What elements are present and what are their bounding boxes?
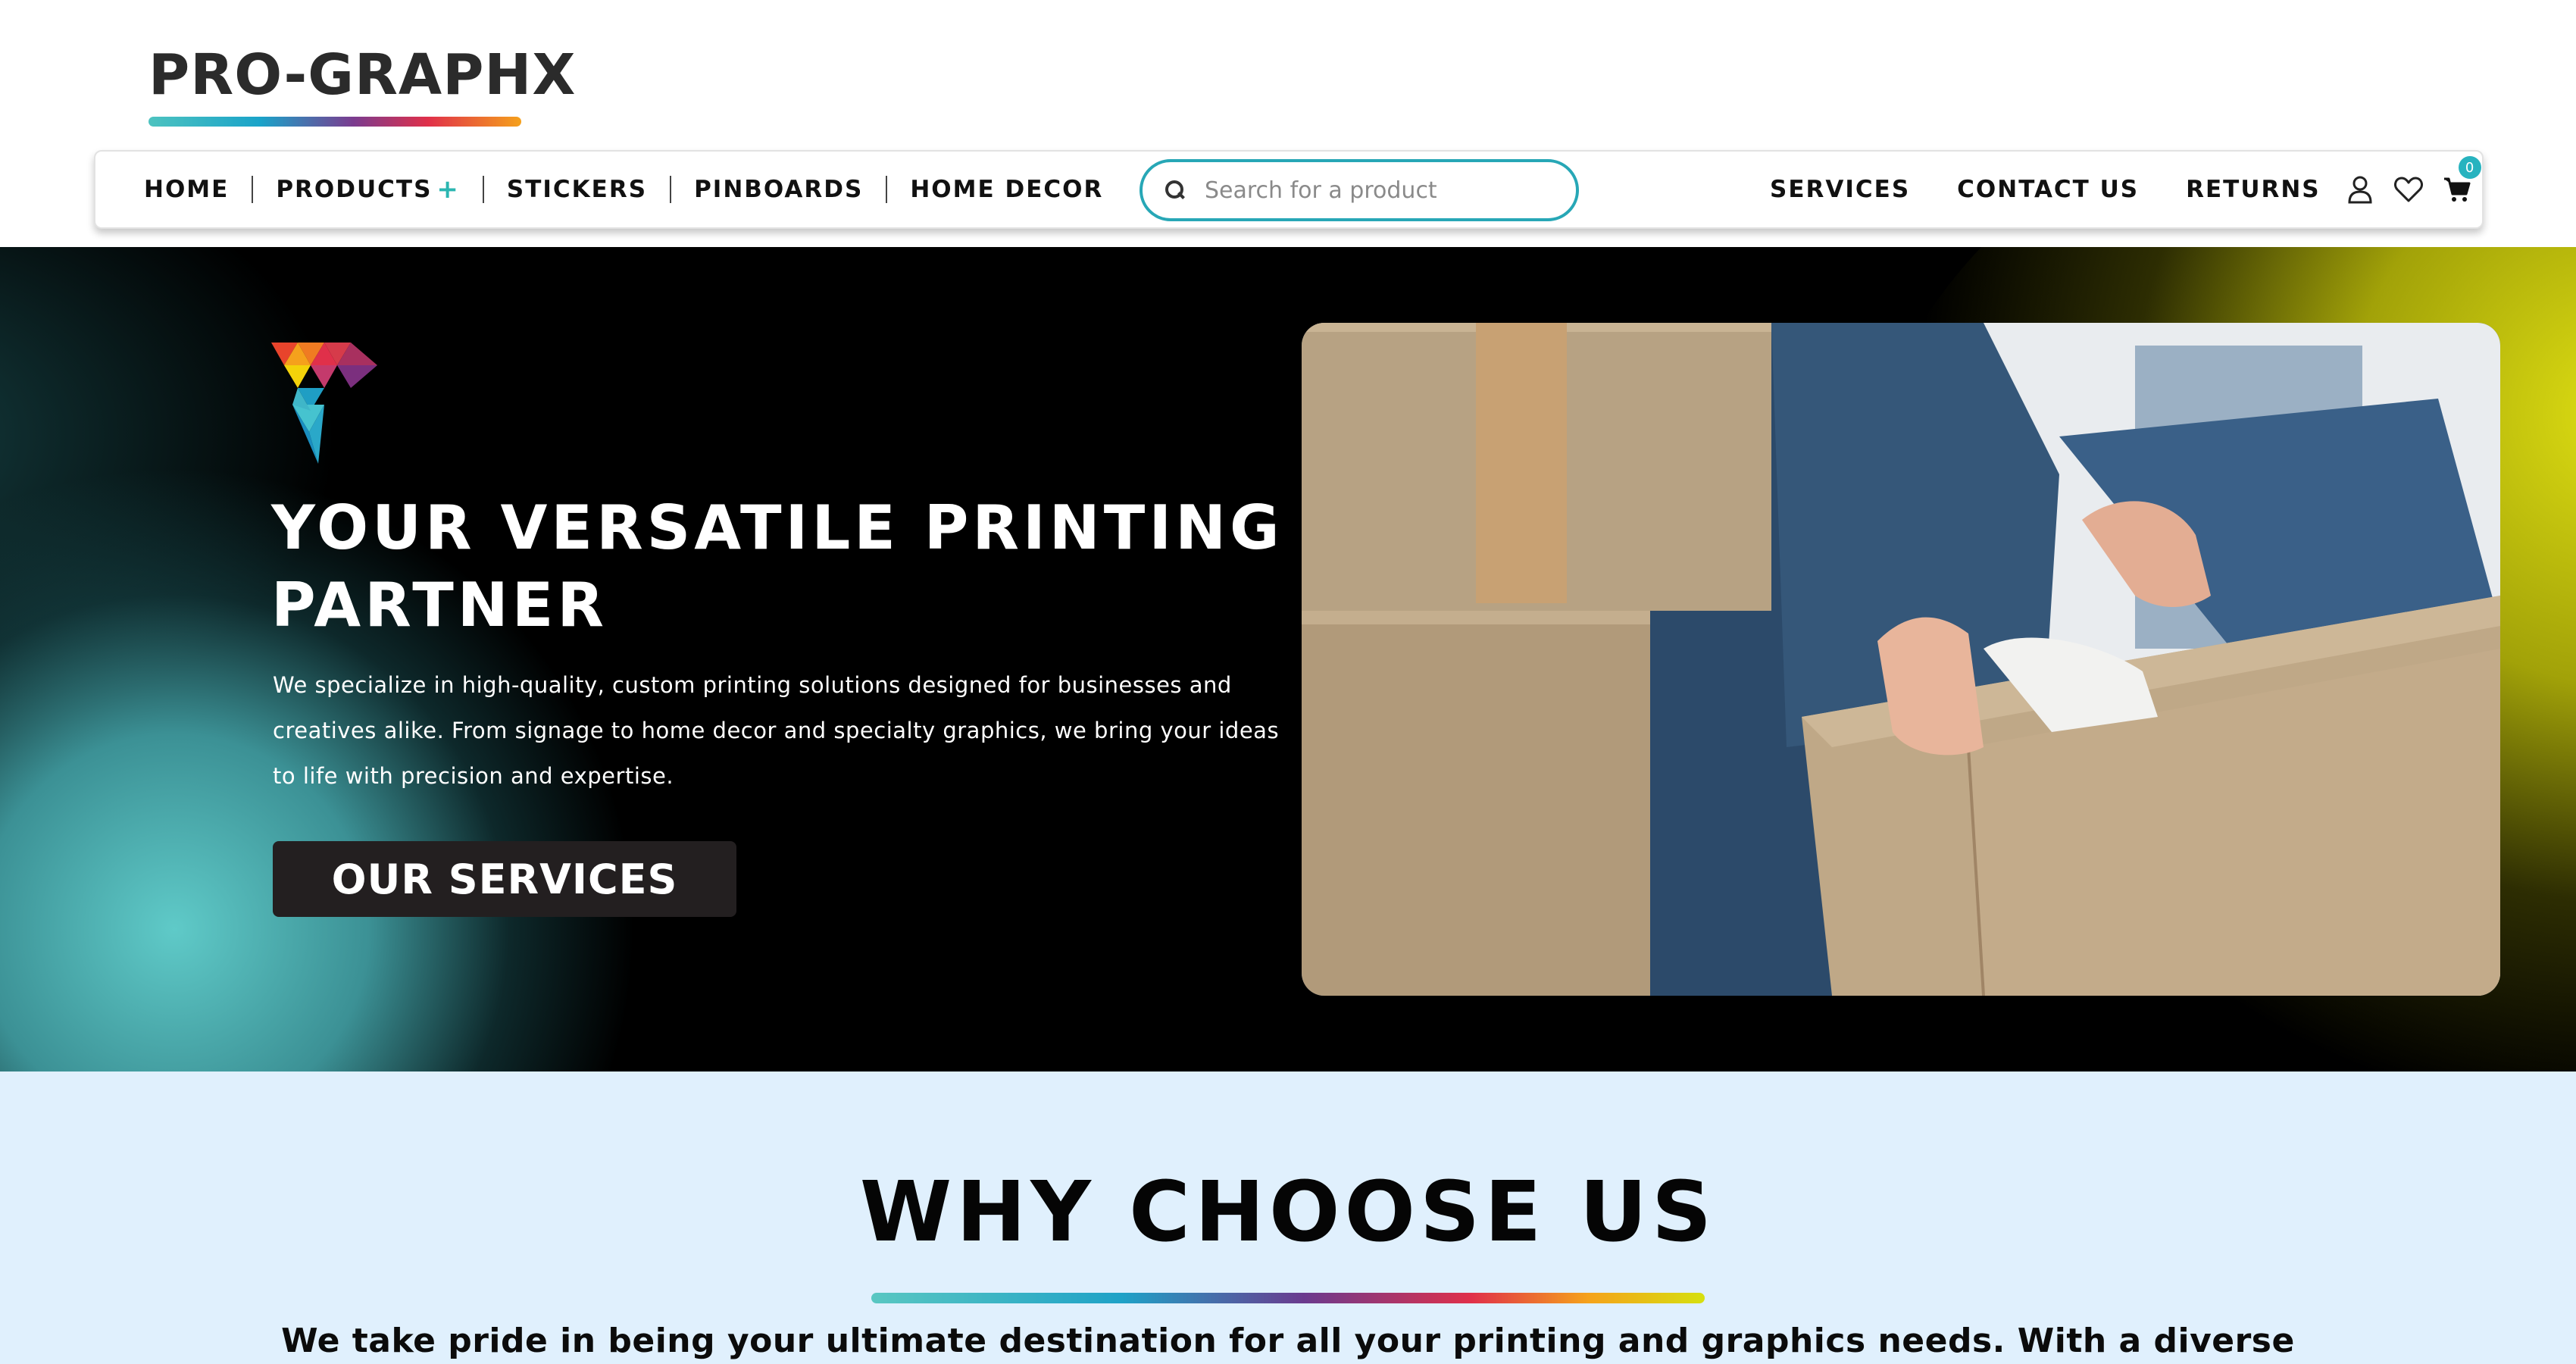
nav-divider [252,176,254,203]
nav-divider [670,176,672,203]
nav-products-label: PRODUCTS [276,176,433,203]
cart-count-badge: 0 [2458,156,2481,179]
brand-mark-icon [271,343,377,464]
why-title: WHY CHOOSE US [859,1163,1717,1260]
nav-contact-us[interactable]: CONTACT US [1957,176,2139,203]
packaging-photo-illustration [1302,323,2500,996]
site-header: PRO-GRAPHX HOME PRODUCTS + STICKERS PINB… [0,0,2576,247]
search-icon[interactable] [1162,177,1188,203]
search-box[interactable] [1140,159,1579,221]
nav-home[interactable]: HOME [144,176,229,203]
logo-underline [148,117,521,127]
hero-section: YOUR VERSATILE PRINTING PARTNER We speci… [0,247,2576,1071]
logo-text: PRO-GRAPHX [148,42,577,108]
hero-photo [1302,323,2500,996]
nav-products[interactable]: PRODUCTS + [276,174,460,205]
our-services-button[interactable]: OUR SERVICES [273,841,736,917]
why-title-underline [871,1293,1705,1303]
nav-left-group: HOME PRODUCTS + STICKERS PINBOARDS HOME … [144,152,1103,227]
user-icon[interactable] [2343,173,2377,206]
nav-returns[interactable]: RETURNS [2186,176,2321,203]
why-choose-us-section: WHY CHOOSE US We take pride in being you… [0,1071,2576,1364]
site-logo[interactable]: PRO-GRAPHX [148,47,576,127]
main-navbar: HOME PRODUCTS + STICKERS PINBOARDS HOME … [94,150,2484,229]
hero-title: YOUR VERSATILE PRINTING PARTNER [271,493,1283,640]
nav-pinboards[interactable]: PINBOARDS [694,176,863,203]
hero-description: We specialize in high-quality, custom pr… [273,672,1280,789]
nav-divider [482,176,484,203]
cart-icon[interactable]: 0 [2440,156,2481,206]
nav-right-group: SERVICES CONTACT US RETURNS 0 [1770,152,2489,227]
heart-icon[interactable] [2392,173,2425,206]
search-input[interactable] [1205,177,1553,204]
nav-home-decor[interactable]: HOME DECOR [910,176,1103,203]
nav-stickers[interactable]: STICKERS [507,176,647,203]
nav-divider [886,176,888,203]
nav-services[interactable]: SERVICES [1770,176,1910,203]
plus-icon: + [436,174,460,205]
why-description: We take pride in being your ultimate des… [281,1322,2295,1360]
